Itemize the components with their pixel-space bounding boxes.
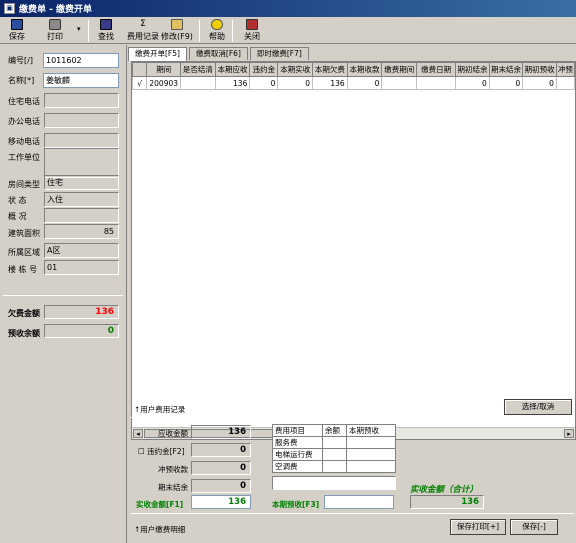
fee-table: 期间 是否结清 本期应收 违约金 本期实收 本期欠费 本期收款 缴费期间 缴费日…: [131, 62, 576, 90]
close-button[interactable]: 关闭: [244, 19, 260, 42]
building-field: 01: [44, 260, 119, 275]
office-phone-label: 办公电话: [8, 117, 40, 126]
tab-strip: 缴费开单[F5] 缴费取消[F6] 即时缴费[F7]: [128, 47, 311, 61]
condition-field: [44, 208, 119, 223]
save-button-bottom[interactable]: 保存[-]: [510, 519, 558, 535]
home-phone-field: [44, 93, 119, 108]
id-label: 编号[/]: [8, 56, 33, 65]
save-print-button[interactable]: 保存打印[+]: [450, 519, 506, 535]
tab-billing[interactable]: 缴费开单[F5]: [128, 47, 187, 61]
fee-grid[interactable]: 期间 是否结清 本期应收 违约金 本期实收 本期欠费 本期收款 缴费期间 缴费日…: [131, 61, 576, 440]
table-row[interactable]: √ 200903 136 0 0 136 0 0 0 0: [131, 76, 576, 90]
actual-amount-label: 实收金额[F1]: [136, 500, 184, 509]
prepaid-balance-value: 0: [44, 324, 119, 338]
toolbar: 保存 打印 ▾ 查找 Σ 费用记录 修改(F9) 帮助 关闭: [0, 17, 576, 44]
name-input[interactable]: 姜敏麟: [43, 73, 119, 88]
table-header-row: 费用项目 余额 本期预收: [272, 424, 396, 437]
region-label: 所属区域: [8, 248, 40, 257]
prepaid-balance-label: 预收余额: [8, 329, 40, 338]
mobile-phone-field: [44, 133, 119, 148]
name-label: 名称[*]: [8, 76, 35, 85]
tab-cancel[interactable]: 缴费取消[F6]: [188, 47, 248, 60]
area-label: 建筑面积: [8, 229, 40, 238]
scroll-left-arrow-icon[interactable]: ◂: [133, 429, 143, 438]
condition-label: 概 况: [8, 212, 27, 221]
scroll-right-arrow-icon[interactable]: ▸: [564, 429, 574, 438]
total-actual-label: 实收金额（合计）: [410, 485, 479, 495]
help-button[interactable]: 帮助: [209, 19, 225, 42]
actual-amount-input[interactable]: 136: [191, 495, 251, 509]
owed-amount-value: 136: [44, 305, 119, 319]
table-row[interactable]: 空调费: [272, 460, 396, 473]
user-payment-detail-label: ↑用户缴费明细: [134, 525, 186, 534]
lightbulb-icon: [211, 19, 223, 30]
mobile-phone-label: 移动电话: [8, 137, 40, 146]
receivable-label: 应收金额: [158, 429, 188, 438]
sum-icon: Σ: [140, 19, 146, 29]
tab-instant-pay[interactable]: 即时缴费[F7]: [249, 47, 309, 60]
folder-edit-icon: [170, 19, 183, 30]
id-input[interactable]: 1011602: [43, 53, 119, 68]
exit-door-icon: [246, 19, 258, 30]
owed-amount-label: 欠费金额: [8, 309, 40, 318]
status-field: 入住: [44, 192, 119, 207]
select-cancel-button[interactable]: 选择/取消: [504, 399, 572, 415]
printer-icon: [49, 19, 61, 30]
offset-label: 冲预收款: [158, 465, 188, 474]
binoculars-icon: [100, 19, 112, 30]
title-bar: ▣ 缴费单 - 缴费开单: [0, 0, 576, 17]
status-label: 状 态: [8, 196, 27, 205]
region-field: A区: [44, 243, 119, 258]
penalty-checkbox[interactable]: ☐ 违约金[F2]: [138, 446, 185, 457]
penalty-value: 0: [191, 443, 251, 457]
fee-items-empty-area: [272, 476, 396, 490]
room-type-field: 住宅: [44, 175, 119, 190]
period-end-balance-label: 期末结余: [158, 483, 188, 492]
work-unit-label: 工作单位: [8, 153, 40, 162]
table-row[interactable]: 服务费: [272, 436, 396, 449]
save-button[interactable]: 保存: [9, 19, 25, 42]
fee-record-button[interactable]: Σ 费用记录: [127, 19, 159, 42]
main-panel: 缴费开单[F5] 缴费取消[F6] 即时缴费[F7] 期间 是否结清 本期应收 …: [128, 45, 576, 543]
home-phone-label: 住宅电话: [8, 97, 40, 106]
period-end-balance-value: 0: [191, 479, 251, 493]
current-prepay-input[interactable]: [324, 495, 394, 509]
user-fee-record-label: ↑用户费用记录: [134, 405, 186, 414]
modify-button[interactable]: 修改(F9): [161, 19, 193, 42]
area-field: 85: [44, 224, 119, 239]
app-icon: ▣: [4, 3, 15, 14]
floppy-disk-icon: [11, 19, 23, 30]
work-unit-field: [44, 148, 119, 178]
office-phone-field: [44, 113, 119, 128]
room-type-label: 房间类型: [8, 180, 40, 189]
window-title: 缴费单 - 缴费开单: [19, 5, 93, 15]
offset-value: 0: [191, 461, 251, 475]
print-button[interactable]: 打印: [47, 19, 63, 42]
customer-info-panel: 编号[/] 1011602 名称[*] 姜敏麟 住宅电话 办公电话 移动电话 工…: [0, 45, 127, 543]
building-label: 楼 栋 号: [8, 265, 38, 274]
table-row[interactable]: 电梯运行费: [272, 448, 396, 461]
current-prepay-label: 本期预收[F3]: [272, 500, 320, 509]
table-header-row: 期间 是否结清 本期应收 违约金 本期实收 本期欠费 本期收款 缴费期间 缴费日…: [131, 62, 576, 77]
fee-items-table: 费用项目 余额 本期预收 服务费 电梯运行费 空调费: [272, 424, 396, 473]
receivable-value: 136: [191, 425, 251, 439]
search-button[interactable]: 查找: [98, 19, 114, 42]
total-actual-value: 136: [410, 495, 484, 509]
